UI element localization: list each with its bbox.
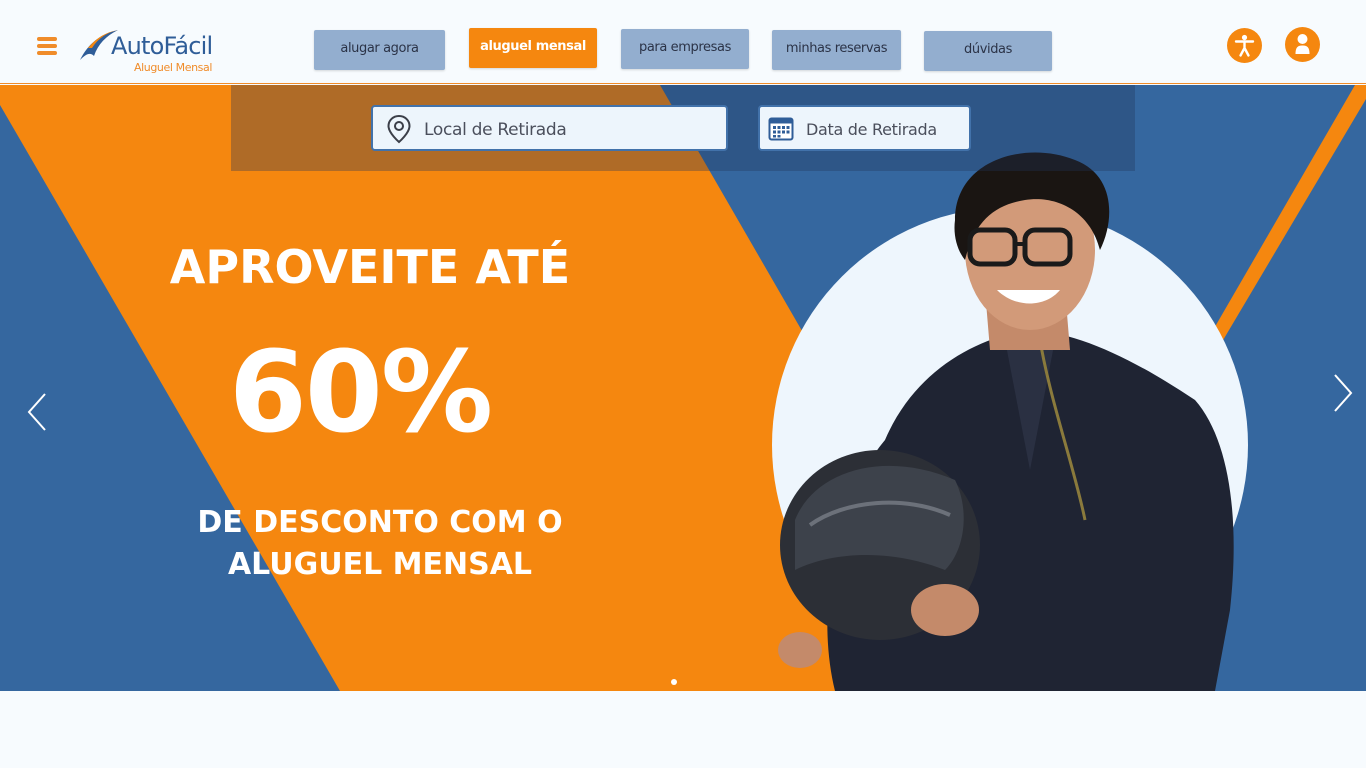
brand-logo[interactable]: AutoFácil Aluguel Mensal — [78, 24, 228, 76]
pickup-date-placeholder: Data de Retirada — [806, 120, 937, 139]
nav-duvidas[interactable]: dúvidas — [924, 31, 1052, 71]
pickup-location-placeholder: Local de Retirada — [424, 120, 567, 140]
hero-headline-bottom: DE DESCONTO COM O ALUGUEL MENSAL — [150, 502, 610, 586]
logo-tagline: Aluguel Mensal — [134, 61, 212, 74]
hero-headline-bottom-line2: ALUGUEL MENSAL — [227, 547, 533, 582]
map-pin-icon — [387, 114, 411, 144]
hero-banner: APROVEITE ATÉ 60% DE DESCONTO COM O ALUG… — [0, 85, 1366, 691]
user-icon — [1295, 34, 1310, 54]
content-below-hero — [10, 691, 1366, 768]
user-account-button[interactable] — [1285, 27, 1320, 62]
nav-aluguel-mensal[interactable]: aluguel mensal — [469, 28, 597, 68]
hamburger-menu-icon[interactable] — [37, 37, 57, 55]
hero-headline-top: APROVEITE ATÉ — [169, 240, 571, 294]
hero-headline-bottom-line1: DE DESCONTO COM O — [197, 505, 563, 540]
hero-person-image — [778, 152, 1234, 691]
nav-alugar-agora[interactable]: alugar agora — [314, 30, 445, 70]
site-header: AutoFácil Aluguel Mensal alugar agora al… — [0, 0, 1366, 84]
chevron-right-icon[interactable] — [1330, 371, 1356, 415]
pickup-location-field[interactable]: Local de Retirada — [371, 105, 728, 151]
chevron-left-icon[interactable] — [24, 390, 50, 434]
nav-para-empresas[interactable]: para empresas — [621, 29, 749, 69]
nav-minhas-reservas[interactable]: minhas reservas — [772, 30, 901, 70]
hero-discount-value: 60% — [228, 328, 493, 458]
accessibility-icon — [1234, 34, 1255, 57]
pickup-date-field[interactable]: Data de Retirada — [758, 105, 971, 151]
carousel-dot-1[interactable] — [671, 679, 677, 685]
accessibility-button[interactable] — [1227, 28, 1262, 63]
logo-wordmark: AutoFácil — [111, 32, 213, 60]
calendar-icon — [768, 117, 794, 141]
